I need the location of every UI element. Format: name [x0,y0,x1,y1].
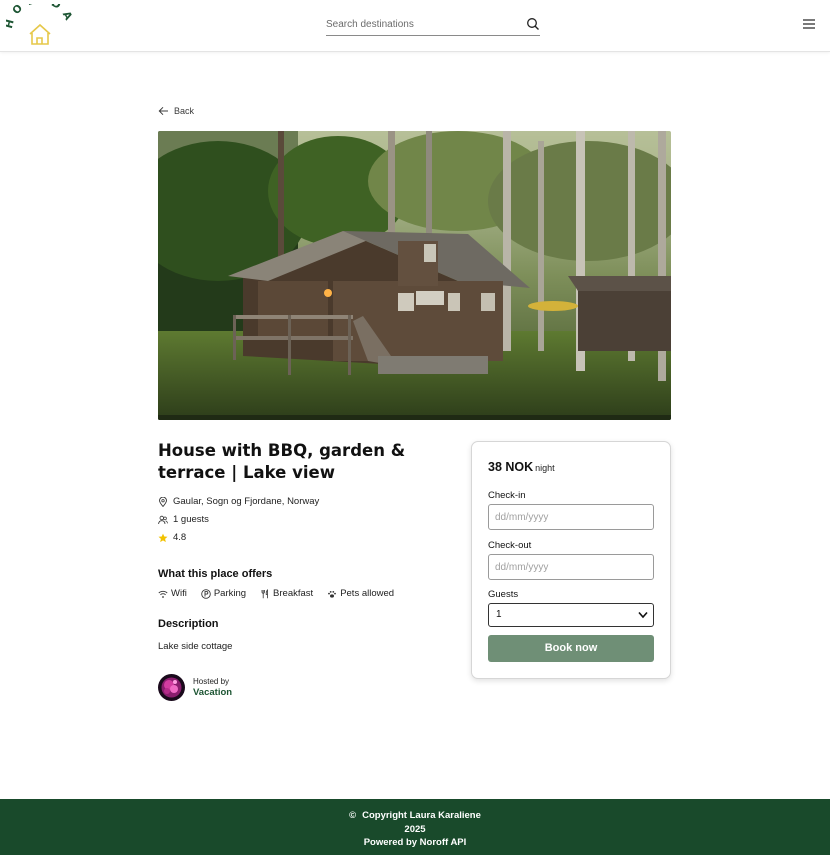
search-icon[interactable] [526,17,540,31]
hosted-by-label: Hosted by [193,676,230,686]
amenity-label: Wifi [171,588,187,599]
amenity-label: Pets allowed [340,588,395,599]
guests-select-value: 1 [496,609,502,620]
booking-card: 38 NOKnight Check-in Check-out Guests 1 … [471,441,671,679]
amenity-label: Breakfast [273,588,314,599]
parking-icon [201,588,211,599]
site-footer: © Copyright Laura Karaliene 2025 Powered … [0,799,830,855]
guests-row: 1 guests [158,514,209,525]
checkin-label: Check-in [488,490,526,501]
chevron-down-icon [638,611,648,619]
fork-knife-icon [261,588,268,598]
venue-location: Gaular, Sogn og Fjordane, Norway [173,496,320,507]
host-section: Hosted by Vacation [158,674,232,701]
amenity-wifi: Wifi [158,588,187,599]
host-name[interactable]: Vacation [193,687,232,699]
users-icon [158,515,168,524]
amenity-parking: Parking [201,588,246,599]
footer-copyright: © Copyright Laura Karaliene [0,809,830,823]
guests-label: Guests [488,589,519,600]
footer-line-1: Copyright Laura Karaliene [362,810,481,821]
checkout-input[interactable] [488,554,654,580]
offers-heading: What this place offers [158,568,273,580]
star-icon [158,533,168,542]
checkin-input[interactable] [488,504,654,530]
arrow-left-icon [158,106,168,116]
wifi-icon [158,590,168,598]
checkout-label: Check-out [488,540,532,551]
paw-icon [328,590,337,598]
venue-title: House with BBQ, garden & terrace | Lake … [158,441,406,482]
search-bar [326,13,540,36]
back-link[interactable]: Back [158,104,194,118]
site-header: H O L I D A Z E [0,0,830,52]
holidaze-logo[interactable]: H O L I D A Z E [6,4,72,48]
rating-row: 4.8 [158,532,186,543]
venue-guests: 1 guests [173,514,209,525]
back-label: Back [174,106,195,116]
price-amount: 38 NOK [488,460,534,474]
amenity-label: Parking [213,588,247,599]
venue-image [158,131,671,420]
amenity-pets: Pets allowed [327,588,394,599]
price: 38 NOK night [488,460,555,474]
footer-line-3: Powered by Noroff API [363,837,467,848]
footer-line-2: 2025 [404,823,426,835]
book-now-button[interactable]: Book now [488,635,654,662]
venue-rating: 4.8 [173,532,187,543]
guests-select[interactable]: 1 [488,603,654,627]
description-heading: Description [158,618,219,630]
location-row: Gaular, Sogn og Fjordane, Norway [158,496,319,507]
amenity-breakfast: Breakfast [260,588,313,599]
amenities-list: Wifi Parking Breakfast Pets allowed [158,588,394,599]
copyright-icon: © [349,810,357,821]
venue-description: Lake side cottage [158,641,233,652]
location-pin-icon [159,496,167,507]
host-avatar[interactable] [158,674,185,701]
price-per: night [535,463,555,473]
hamburger-menu-icon[interactable] [802,18,816,30]
search-input[interactable] [326,13,516,35]
